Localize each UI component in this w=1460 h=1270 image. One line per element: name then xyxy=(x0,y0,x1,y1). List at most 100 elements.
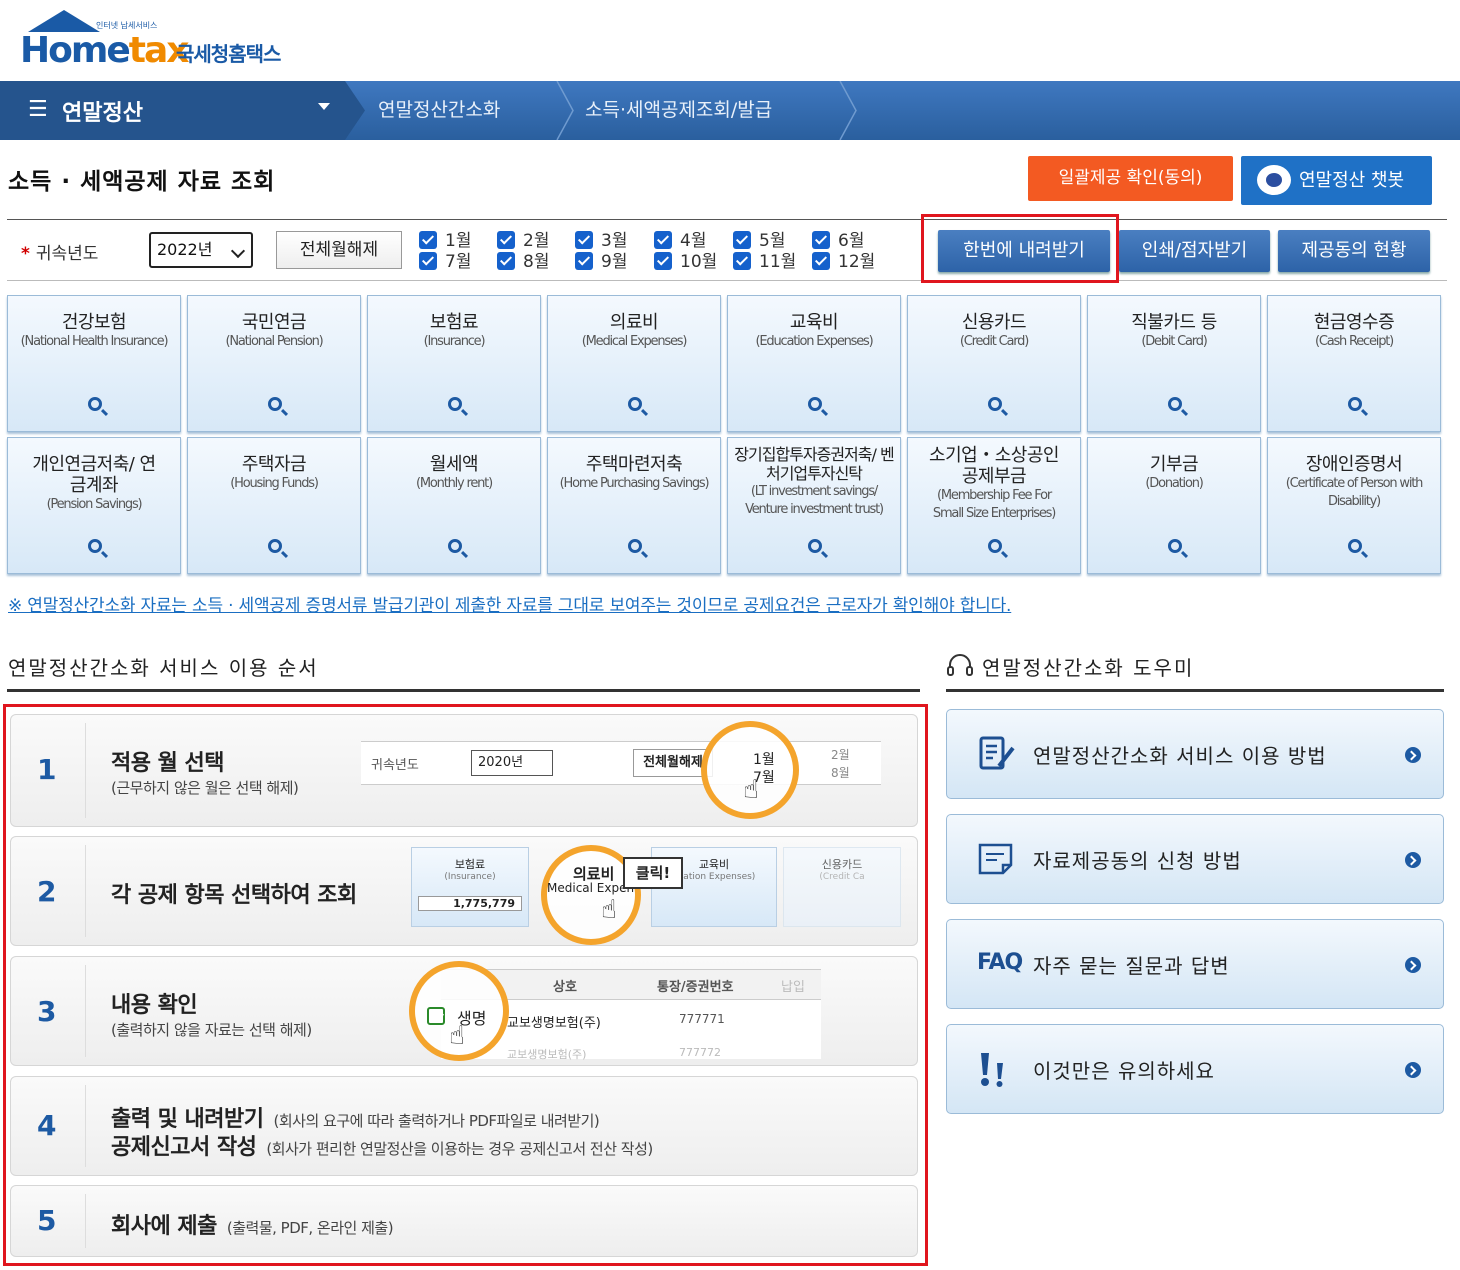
search-icon xyxy=(1168,539,1182,553)
house-roof-icon xyxy=(28,10,100,32)
checkbox-checked-icon xyxy=(419,231,437,249)
checkbox-checked-icon xyxy=(654,252,672,270)
month-checkbox[interactable]: 12월 xyxy=(812,252,875,272)
step-subtitle: (출력하지 않을 자료는 선택 해제) xyxy=(111,1021,312,1039)
step-title: 공제신고서 작성 xyxy=(111,1135,257,1160)
breadcrumb-item[interactable]: 소득·세액공제조회/발급 xyxy=(585,81,772,140)
steps-section-title: 연말정산간소화 서비스 이용 순서 xyxy=(8,656,319,680)
breadcrumb-item[interactable]: 연말정산간소화 xyxy=(378,81,500,140)
month-checkbox[interactable]: 9월 xyxy=(575,252,627,272)
consent-status-button[interactable]: 제공동의 현황 xyxy=(1278,230,1430,272)
tile-national-pension[interactable]: 국민연금 (National Pension) xyxy=(187,295,361,432)
checkbox-checked-icon xyxy=(654,231,672,249)
search-icon xyxy=(88,539,102,553)
tile-cash-receipt[interactable]: 현금영수증 (Cash Receipt) xyxy=(1267,295,1441,432)
help-faq[interactable]: FAQ 자주 묻는 질문과 답변 xyxy=(946,919,1444,1009)
nav-menu-label: 연말정산 xyxy=(62,101,143,126)
help-usage-guide[interactable]: 연말정산간소화 서비스 이용 방법 xyxy=(946,709,1444,799)
help-label: 자주 묻는 질문과 답변 xyxy=(1033,954,1230,978)
month-checkbox[interactable]: 10월 xyxy=(654,252,717,272)
click-callout: 클릭! xyxy=(623,857,683,889)
step-title: 각 공제 항목 선택하여 조회 xyxy=(111,883,357,908)
search-icon xyxy=(1168,397,1182,411)
tile-lt-investment-savings[interactable]: 장기집합투자증권저축/ 벤처기업투자신탁 (LT investment savin… xyxy=(727,437,901,574)
step-number: 4 xyxy=(37,1109,57,1142)
tile-small-enterprise-fee[interactable]: 소기업・소상공인 공제부금 (Membership Fee For Small S… xyxy=(907,437,1081,574)
arrow-right-circle-icon xyxy=(1405,747,1421,763)
step-4: 4 출력 및 내려받기 (회사의 요구에 따라 출력하거나 PDF파일로 내려받기… xyxy=(10,1076,918,1176)
chatbot-icon xyxy=(1257,165,1291,195)
notice-link[interactable]: ※ 연말정산간소화 자료는 소득 · 세액공제 증명서류 발급기관이 제출한 자… xyxy=(8,591,1011,616)
step-2: 2 각 공제 항목 선택하여 조회 보험료 (Insurance) 1,775,… xyxy=(10,836,918,946)
step-3: 3 내용 확인 (출력하지 않을 자료는 선택 해제) 상호 통장/증권번호 납… xyxy=(10,956,918,1066)
divider xyxy=(946,689,1444,692)
tile-home-purchasing-savings[interactable]: 주택마련저축 (Home Purchasing Savings) xyxy=(547,437,721,574)
year-value: 2022년 xyxy=(157,240,213,259)
arrow-right-circle-icon xyxy=(1405,1062,1421,1078)
tile-insurance[interactable]: 보험료 (Insurance) xyxy=(367,295,541,432)
month-checkbox[interactable]: 3월 xyxy=(575,231,627,251)
headset-icon xyxy=(947,654,973,676)
search-icon xyxy=(1348,539,1362,553)
search-icon xyxy=(988,539,1002,553)
page-title: 소득 · 세액공제 자료 조회 xyxy=(8,169,276,195)
exclamation-icon xyxy=(981,1053,1003,1087)
magnifier-ring: 생명 ☝ xyxy=(409,961,509,1061)
tile-monthly-rent[interactable]: 월세액 (Monthly rent) xyxy=(367,437,541,574)
logo-home: Home xyxy=(20,30,131,71)
tile-pension-savings[interactable]: 개인연금저축/ 연금계좌 (Pension Savings) xyxy=(7,437,181,574)
step-number: 5 xyxy=(37,1204,57,1237)
tile-debit-card[interactable]: 직불카드 등 (Debit Card) xyxy=(1087,295,1261,432)
month-checkbox[interactable]: 5월 xyxy=(733,231,785,251)
checkbox-checked-icon xyxy=(497,231,515,249)
month-checkbox[interactable]: 1월 xyxy=(419,231,471,251)
year-label: 귀속년도 xyxy=(35,244,99,264)
search-icon xyxy=(808,397,822,411)
chatbot-label: 연말정산 챗봇 xyxy=(1299,170,1405,191)
month-checkbox[interactable]: 8월 xyxy=(497,252,549,272)
search-icon xyxy=(268,397,282,411)
search-icon xyxy=(88,397,102,411)
month-checkbox[interactable]: 4월 xyxy=(654,231,706,251)
step-subtitle: (근무하지 않은 월은 선택 해제) xyxy=(111,779,299,797)
chatbot-button[interactable]: 연말정산 챗봇 xyxy=(1241,156,1432,205)
tile-education-expenses[interactable]: 교육비 (Education Expenses) xyxy=(727,295,901,432)
month-checkbox[interactable]: 2월 xyxy=(497,231,549,251)
logo-korean: 국세청홈택스 xyxy=(176,42,281,66)
hometax-logo[interactable]: 인터넷 납세서비스 Hometax 국세청홈택스 xyxy=(20,8,320,72)
search-icon xyxy=(988,397,1002,411)
step-subtitle: (회사의 요구에 따라 출력하거나 PDF파일로 내려받기) xyxy=(273,1112,600,1130)
help-consent-guide[interactable]: 자료제공동의 신청 방법 xyxy=(946,814,1444,904)
tile-medical-expenses[interactable]: 의료비 (Medical Expenses) xyxy=(547,295,721,432)
help-label: 이것만은 유의하세요 xyxy=(1033,1059,1215,1083)
print-braille-button[interactable]: 인쇄/점자받기 xyxy=(1119,230,1270,272)
chevron-down-icon xyxy=(230,243,246,259)
nav-menu-button[interactable]: ☰ 연말정산 xyxy=(0,81,345,140)
tile-housing-funds[interactable]: 주택자금 (Housing Funds) xyxy=(187,437,361,574)
month-checkbox[interactable]: 11월 xyxy=(733,252,796,272)
arrow-right-circle-icon xyxy=(1405,852,1421,868)
help-label: 연말정산간소화 서비스 이용 방법 xyxy=(1033,744,1327,768)
bulk-consent-button[interactable]: 일괄제공 확인(동의) xyxy=(1028,156,1233,201)
search-icon xyxy=(628,397,642,411)
help-caution[interactable]: 이것만은 유의하세요 xyxy=(946,1024,1444,1114)
tile-health-insurance[interactable]: 건강보험 (National Health Insurance) xyxy=(7,295,181,432)
tile-donation[interactable]: 기부금 (Donation) xyxy=(1087,437,1261,574)
clear-all-months-button[interactable]: 전체월해제 xyxy=(276,231,402,269)
dropdown-arrow-icon xyxy=(318,103,330,110)
illustration-tile: 보험료 (Insurance) 1,775,779 xyxy=(411,847,529,927)
breadcrumb-separator-icon xyxy=(345,81,365,140)
month-checkbox[interactable]: 7월 xyxy=(419,252,471,272)
hand-pointer-icon: ☝ xyxy=(449,1021,465,1051)
month-checkbox[interactable]: 6월 xyxy=(812,231,864,251)
year-select[interactable]: 2022년 xyxy=(149,232,253,268)
tile-disability-certificate[interactable]: 장애인증명서 (Certificate of Person with Disabi… xyxy=(1267,437,1441,574)
highlight-box xyxy=(921,214,1119,283)
search-icon xyxy=(448,539,462,553)
checkbox-checked-icon xyxy=(427,1007,445,1025)
step-subtitle: (출력물, PDF, 온라인 제출) xyxy=(226,1219,394,1237)
checkbox-checked-icon xyxy=(497,252,515,270)
breadcrumb-separator-icon xyxy=(839,81,857,140)
search-icon xyxy=(808,539,822,553)
tile-credit-card[interactable]: 신용카드 (Credit Card) xyxy=(907,295,1081,432)
